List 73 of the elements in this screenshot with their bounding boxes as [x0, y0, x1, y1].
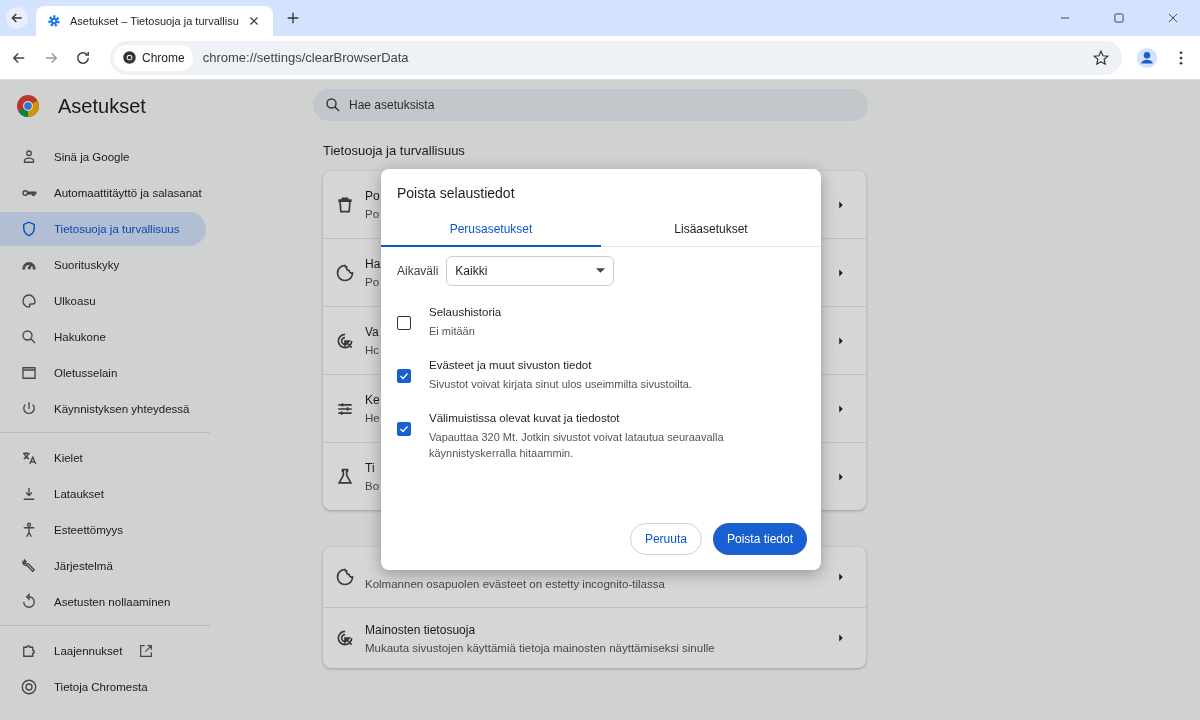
sidebar-item[interactable]: Tietosuoja ja turvallisuus: [0, 212, 206, 246]
dialog-tab[interactable]: Lisäasetukset: [601, 213, 821, 247]
option-description: Sivustot voivat kirjata sinut ulos useimmilta sivustoilta.: [429, 377, 693, 392]
page-title: Asetukset: [58, 94, 146, 118]
row-subtitle: Po: [365, 276, 380, 288]
profile-icon[interactable]: [1136, 46, 1158, 69]
sidebar-item[interactable]: Esteettömyys: [0, 513, 206, 547]
sidebar-item[interactable]: Lataukset: [0, 477, 206, 511]
dialog-tab[interactable]: Perusasetukset: [381, 213, 601, 247]
row-title: Va: [365, 325, 379, 339]
row-title: Ha: [365, 257, 381, 271]
checkbox[interactable]: [397, 422, 411, 436]
row-subtitle: He: [365, 412, 380, 424]
cursor-target-icon: [335, 628, 355, 648]
row-subtitle: Mukauta sivustojen käyttämiä tietoja mainosten näyttämiseksi sinulle: [365, 641, 715, 654]
row-subtitle: Bo: [365, 480, 380, 492]
shield-icon: [20, 220, 38, 238]
checkbox[interactable]: [397, 369, 411, 383]
search-field[interactable]: Hae asetuksista: [313, 89, 868, 121]
sidebar-item[interactable]: Käynnistyksen yhteydessä: [0, 392, 206, 426]
sidebar-item[interactable]: Sinä ja Google: [0, 140, 206, 174]
row-title: Ti: [365, 461, 375, 475]
row-title: Po: [365, 189, 380, 203]
chip-label: Chrome: [142, 50, 185, 65]
address-bar[interactable]: Chrome chrome://settings/clearBrowserData: [110, 40, 1122, 75]
row-title: Ke: [365, 393, 380, 407]
cookie-icon: [335, 567, 355, 587]
sidebar-item[interactable]: Tietoja Chromesta: [0, 670, 206, 704]
time-range-dropdown[interactable]: Kaikki: [446, 256, 615, 286]
star-icon[interactable]: [1092, 48, 1110, 67]
reset-icon: [20, 593, 38, 611]
option-title: Evästeet ja muut sivuston tiedot: [429, 359, 593, 371]
time-range-label: Aikaväli: [397, 264, 439, 278]
close-icon[interactable]: [1166, 11, 1180, 25]
option-title: Selaushistoria: [429, 306, 503, 318]
sidebar-item[interactable]: Asetusten nollaaminen: [0, 585, 206, 619]
sidebar-item[interactable]: Laajennukset: [0, 634, 206, 668]
search-icon: [20, 328, 38, 346]
site-chip[interactable]: Chrome: [114, 44, 193, 71]
wrench-icon: [20, 557, 38, 575]
sidebar-item[interactable]: Hakukone: [0, 320, 206, 354]
row-subtitle: Hc: [365, 344, 380, 356]
chrome-logo-icon: [16, 94, 40, 118]
row-subtitle: Kolmannen osapuolen evästeet on estetty incognito-tilassa: [365, 578, 665, 590]
tab-title: Asetukset – Tietosuoja ja turvallisu: [70, 15, 239, 27]
browser-tab[interactable]: Asetukset – Tietosuoja ja turvallisu: [36, 6, 273, 36]
confirm-button[interactable]: Poista tiedot: [712, 523, 807, 555]
flask-icon: [335, 466, 355, 487]
sidebar-item[interactable]: Kielet: [0, 441, 206, 475]
back-icon[interactable]: [6, 7, 28, 29]
url-text: chrome://settings/clearBrowserData: [202, 50, 409, 65]
option-description: Vapauttaa 320 Mt. Jotkin sivustot voivat latautua seuraavalla käynnistyskerralla hitaammin.: [429, 430, 725, 461]
search-icon: [324, 96, 342, 114]
sidebar-item[interactable]: Oletusselain: [0, 356, 206, 390]
translate-icon: [20, 449, 38, 467]
option-description: Ei mitään: [429, 324, 476, 339]
cancel-button[interactable]: Peruuta: [629, 523, 702, 555]
sidebar-item[interactable]: Suorituskyky: [0, 248, 206, 282]
sidebar-item[interactable]: Järjestelmä: [0, 549, 206, 583]
option-title: Välimuistissa olevat kuvat ja tiedostot: [429, 412, 621, 424]
section-title: Tietosuoja ja turvallisuus: [323, 143, 466, 158]
dialog-title: Poista selaustiedot: [396, 184, 516, 201]
caret-icon: [596, 268, 606, 274]
checkbox[interactable]: [397, 316, 411, 330]
row-subtitle: Po: [365, 208, 380, 220]
window-icon: [20, 364, 38, 382]
row-title: Mainosten tietosuoja: [365, 622, 476, 637]
sidebar-item[interactable]: Ulkoasu: [0, 284, 206, 318]
sidebar-item[interactable]: Automaattitäyttö ja salasanat: [0, 176, 206, 210]
maximize-icon[interactable]: [1112, 11, 1126, 25]
palette-icon: [20, 292, 38, 310]
cookie-icon: [335, 262, 355, 283]
puzzle-icon: [20, 642, 38, 660]
